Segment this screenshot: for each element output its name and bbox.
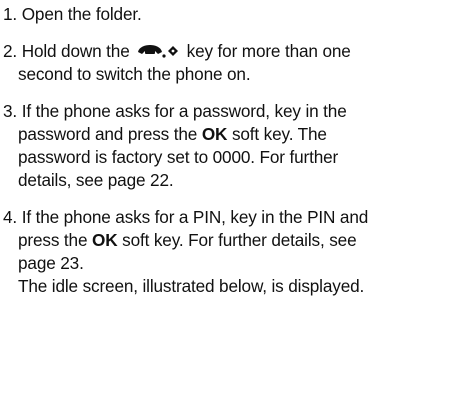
ok-soft-key-label: OK — [201, 124, 228, 144]
step-4-line-2-post: soft key. For further details, see — [122, 230, 357, 250]
step-4-number: 4. — [3, 207, 18, 227]
manual-page: 1. Open the folder. 2. Hold down the key … — [0, 0, 462, 394]
phone-power-key-icon — [137, 44, 179, 58]
step-4-line-1: 4. If the phone asks for a PIN, key in t… — [3, 206, 459, 229]
instruction-steps: 1. Open the folder. 2. Hold down the key … — [3, 3, 459, 298]
step-4-line-3: page 23. — [18, 253, 84, 273]
step-4-line-2: press the OK soft key. For further detai… — [3, 229, 459, 252]
step-3: 3. If the phone asks for a password, key… — [3, 100, 459, 192]
step-3-line-3: password is factory set to 0000. For fur… — [18, 147, 339, 167]
step-4: 4. If the phone asks for a PIN, key in t… — [3, 206, 459, 298]
step-3-line-1-text: If the phone asks for a password, key in… — [21, 101, 347, 121]
step-2-line-1: 2. Hold down the key for more than one — [3, 40, 459, 63]
step-4-line-4: The idle screen, illustrated below, is d… — [18, 276, 365, 296]
step-2-post-icon-text: key for more than one — [186, 41, 351, 61]
step-1: 1. Open the folder. — [3, 3, 459, 26]
step-3-line-1: 3. If the phone asks for a password, key… — [3, 100, 459, 123]
step-3-line-2-post: soft key. The — [231, 124, 327, 144]
step-3-line-2-pre: password and press the — [18, 124, 198, 144]
step-1-number: 1. — [3, 4, 18, 24]
step-4-line-2-pre: press the — [18, 230, 88, 250]
step-3-line-4: details, see page 22. — [18, 170, 174, 190]
step-3-number: 3. — [3, 101, 18, 121]
step-2-number: 2. — [3, 41, 18, 61]
ok-soft-key-label: OK — [92, 230, 118, 250]
step-2: 2. Hold down the key for more than one se… — [3, 40, 459, 86]
step-2-pre-icon-text: Hold down the — [21, 41, 130, 61]
step-4-line-1-text: If the phone asks for a PIN, key in the … — [21, 207, 369, 227]
step-1-text: Open the folder. — [21, 4, 142, 24]
step-3-line-2: password and press the OK soft key. The — [3, 123, 459, 146]
step-2-line-2: second to switch the phone on. — [18, 64, 251, 84]
step-1-line-1: 1. Open the folder. — [3, 3, 459, 26]
